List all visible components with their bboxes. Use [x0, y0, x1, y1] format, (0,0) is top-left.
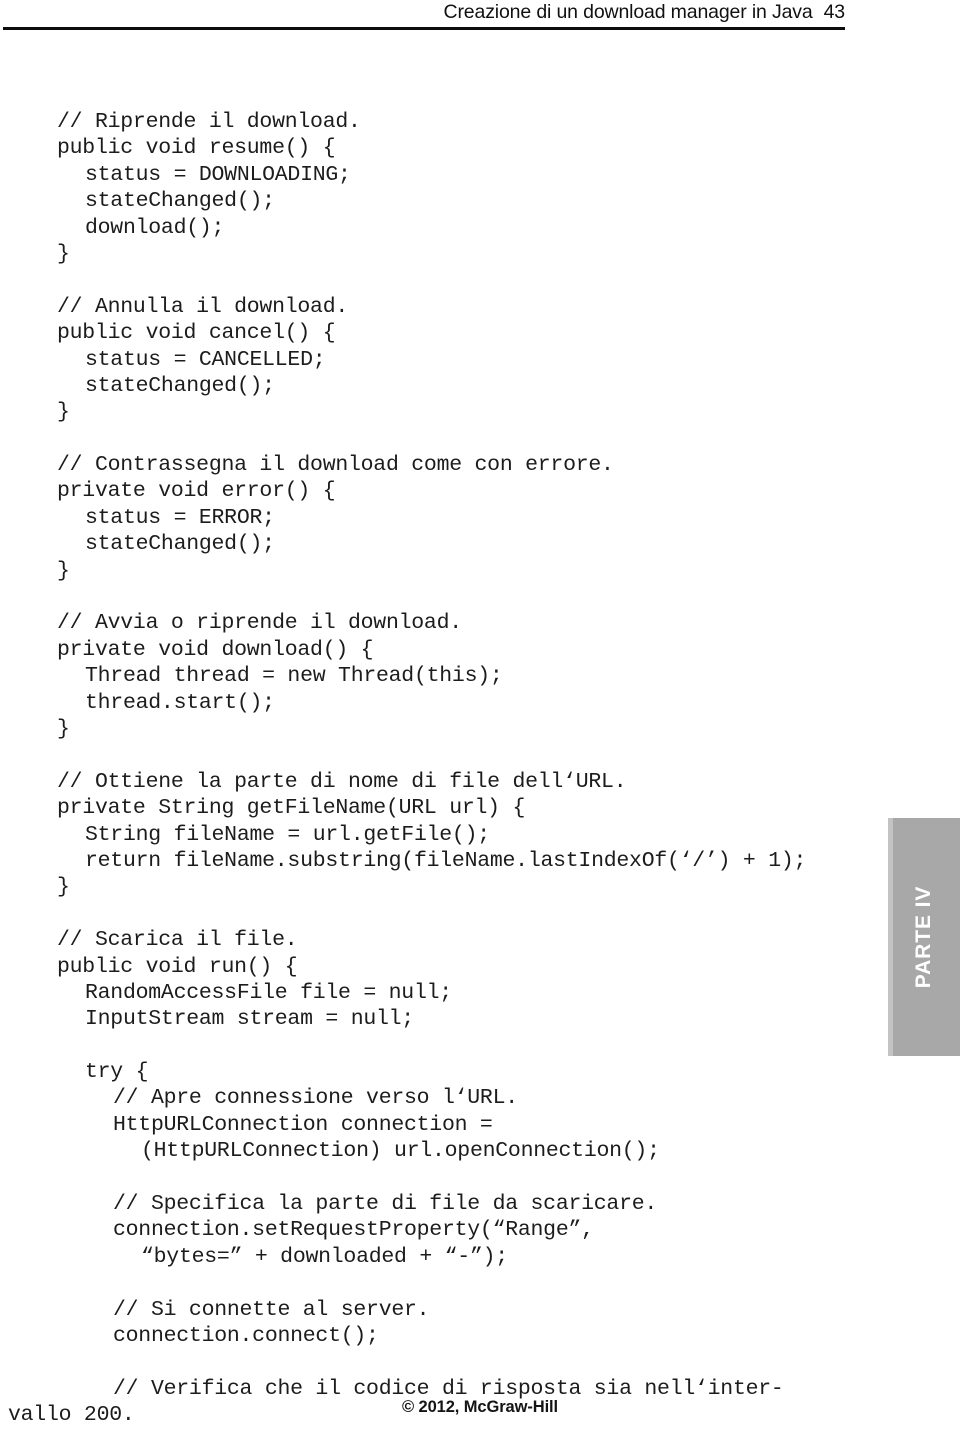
- page-footer: © 2012, McGraw-Hill: [0, 1398, 960, 1417]
- code-line: // Apre connessione verso l‘URL.: [113, 1086, 518, 1111]
- code-line: Thread thread = new Thread(this);: [85, 664, 503, 689]
- running-head-title: Creazione di un download manager in Java: [443, 1, 813, 23]
- code-line: // Specifica la parte di file da scarica…: [113, 1192, 658, 1217]
- running-head-rule: [3, 27, 845, 30]
- code-listing: // Riprende il download. public void resu…: [0, 109, 900, 1429]
- code-line: }: [57, 558, 70, 583]
- code-line: RandomAccessFile file = null;: [85, 980, 452, 1005]
- code-line: stateChanged();: [85, 532, 275, 557]
- code-line: }: [57, 875, 70, 900]
- running-head-text: Creazione di un download manager in Java…: [443, 1, 846, 24]
- copyright-notice: © 2012, McGraw-Hill: [401, 1398, 559, 1416]
- code-line: }: [57, 400, 70, 425]
- code-line: status = ERROR;: [85, 505, 275, 530]
- code-line: stateChanged();: [85, 189, 275, 214]
- code-line: (HttpURLConnection) url.openConnection()…: [141, 1139, 660, 1164]
- code-line: status = DOWNLOADING;: [85, 162, 351, 187]
- code-line: private void error() {: [57, 479, 336, 504]
- code-line: }: [57, 716, 70, 741]
- code-line: connection.connect();: [113, 1323, 379, 1348]
- code-line: return fileName.substring(fileName.lastI…: [85, 848, 807, 873]
- code-line: // Riprende il download.: [57, 110, 361, 134]
- code-line: private String getFileName(URL url) {: [57, 796, 526, 821]
- code-line: // Avvia o riprende il download.: [57, 611, 462, 636]
- part-tab-label: PARTE IV: [912, 885, 935, 989]
- code-line: // Si connette al server.: [113, 1297, 430, 1322]
- code-line: public void resume() {: [57, 136, 336, 161]
- code-line: “bytes=” + downloaded + “-”);: [141, 1244, 508, 1269]
- code-line: try {: [85, 1060, 149, 1085]
- code-line: public void run() {: [57, 954, 298, 979]
- code-line: }: [57, 241, 70, 266]
- code-line: thread.start();: [85, 690, 275, 715]
- code-line: connection.setRequestProperty(“Range”,: [113, 1218, 594, 1243]
- page-number: 43: [823, 1, 846, 23]
- code-line: InputStream stream = null;: [85, 1007, 414, 1032]
- code-line: stateChanged();: [85, 373, 275, 398]
- code-line: HttpURLConnection connection =: [113, 1112, 493, 1137]
- running-head: Creazione di un download manager in Java…: [3, 0, 845, 30]
- code-line: // Contrassegna il download come con err…: [57, 453, 614, 478]
- code-line: status = CANCELLED;: [85, 347, 326, 372]
- code-line: download();: [85, 215, 225, 240]
- code-line: String fileName = url.getFile();: [85, 822, 490, 847]
- code-line: // Scarica il file.: [57, 928, 298, 953]
- code-line: public void cancel() {: [57, 321, 336, 346]
- code-line: // Annulla il download.: [57, 294, 348, 319]
- code-line: // Ottiene la parte di nome di file dell…: [57, 769, 627, 794]
- part-tab: PARTE IV: [888, 818, 960, 1056]
- code-line: private void download() {: [57, 637, 374, 662]
